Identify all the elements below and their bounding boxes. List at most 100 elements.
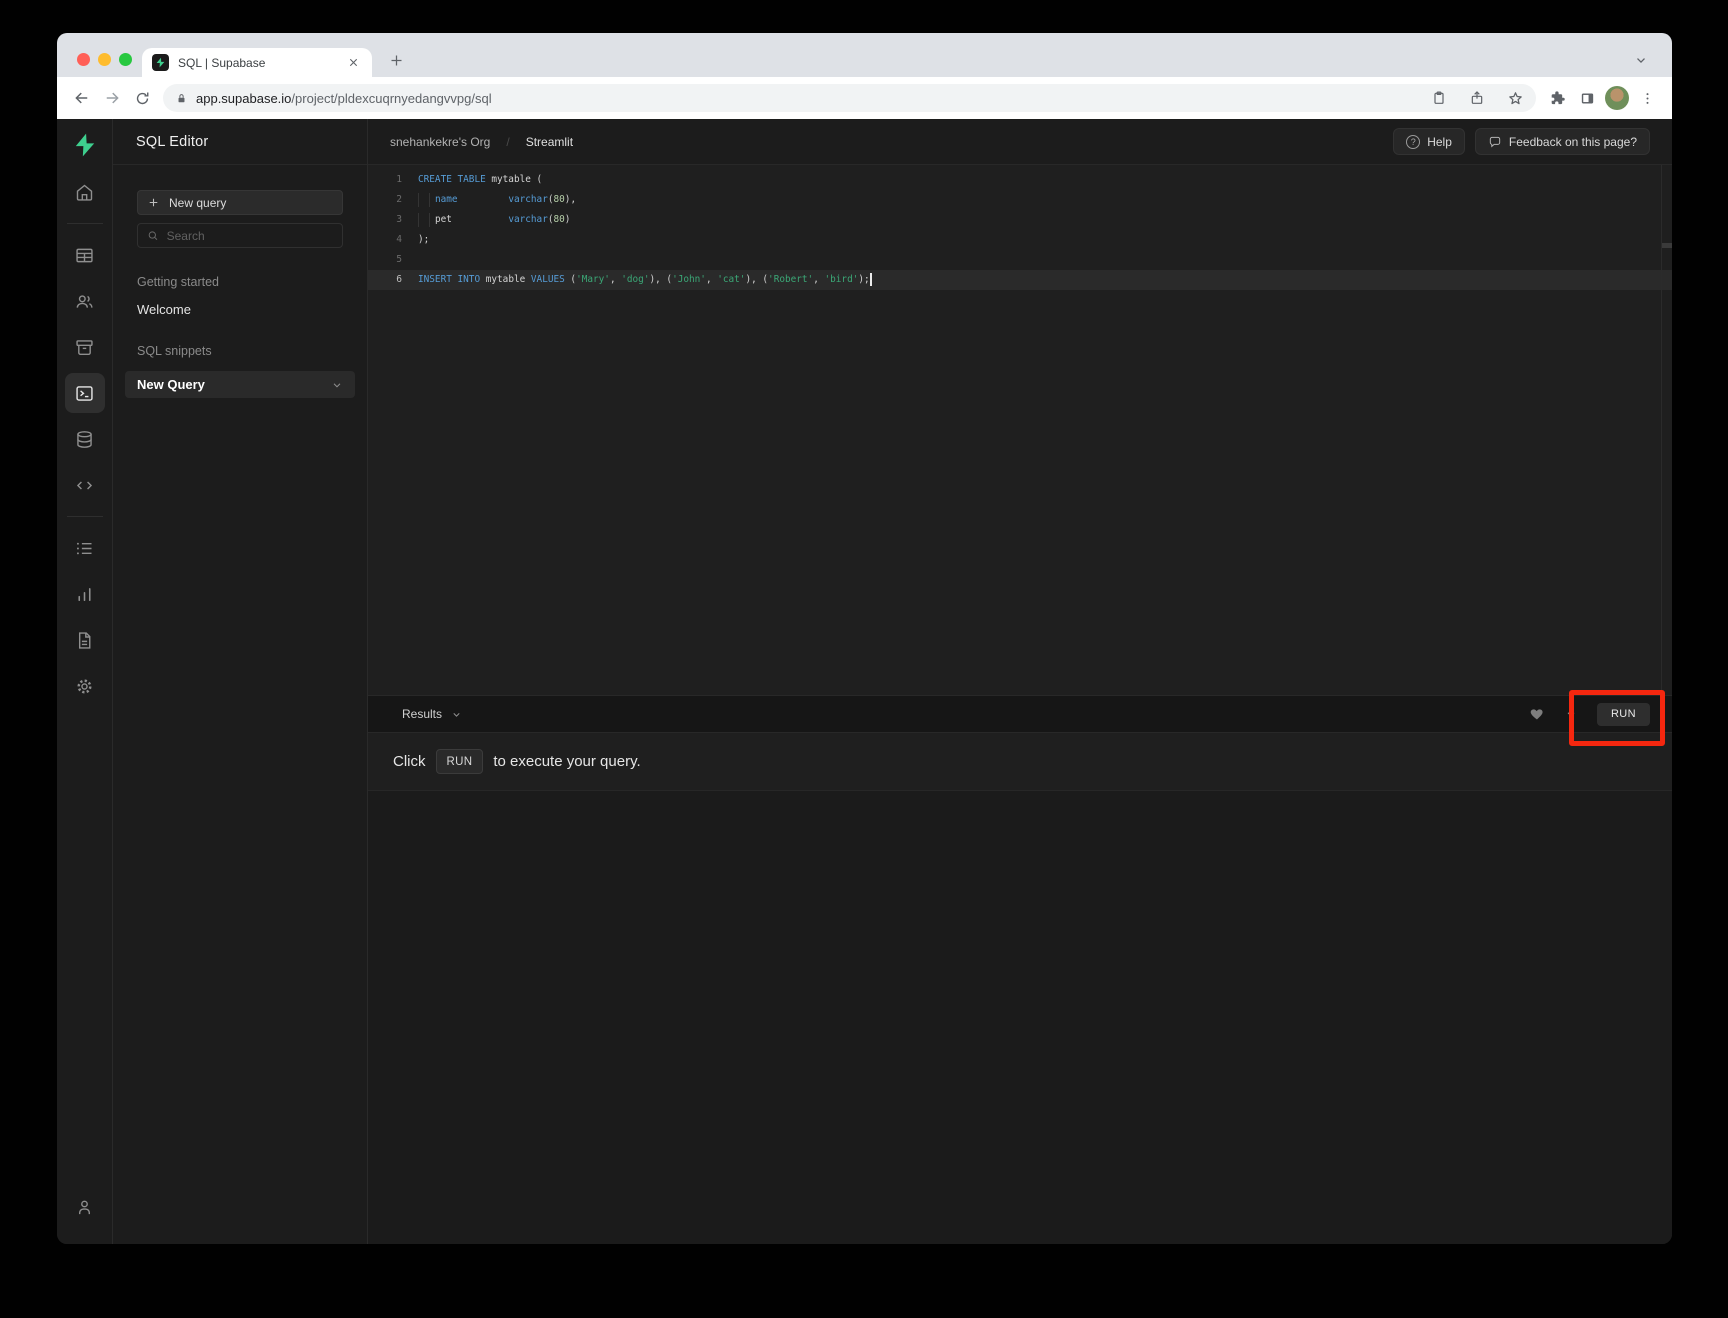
sql-code-editor[interactable]: 1CREATE TABLE mytable (2 name varchar(80…	[368, 165, 1672, 695]
tab-title: SQL | Supabase	[178, 56, 335, 70]
reload-button[interactable]	[127, 83, 157, 113]
line-code: );	[402, 230, 429, 250]
code-line-6[interactable]: 6INSERT INTO mytable VALUES ('Mary', 'do…	[368, 270, 1672, 290]
account-user-icon[interactable]	[65, 1187, 105, 1227]
feedback-label: Feedback on this page?	[1509, 135, 1637, 149]
line-number: 1	[368, 170, 402, 190]
share-icon[interactable]	[1462, 83, 1492, 113]
clipboard-icon[interactable]	[1424, 83, 1454, 113]
browser-tab[interactable]: SQL | Supabase	[142, 48, 372, 77]
lock-icon	[175, 92, 188, 105]
browser-tab-strip: SQL | Supabase	[57, 33, 1672, 77]
tab-list-chevron-icon[interactable]	[1630, 49, 1652, 71]
forward-button[interactable]	[97, 83, 127, 113]
sidebar-item-welcome[interactable]: Welcome	[137, 302, 343, 317]
results-empty-area	[368, 791, 1672, 1244]
screen-background: SQL | Supabase	[0, 0, 1728, 1318]
side-panel-icon[interactable]	[1572, 83, 1602, 113]
results-toolbar: Results RUN	[368, 695, 1672, 733]
getting-started-header: Getting started	[137, 275, 343, 289]
search-field[interactable]	[167, 229, 333, 243]
new-query-button[interactable]: New query	[137, 190, 343, 215]
minimize-window-button[interactable]	[98, 53, 111, 66]
sql-editor-icon[interactable]	[65, 373, 105, 413]
breadcrumb-project[interactable]: Streamlit	[526, 135, 573, 149]
panel-title: SQL Editor	[113, 119, 367, 165]
browser-window: SQL | Supabase	[57, 33, 1672, 1244]
settings-gear-icon[interactable]	[65, 666, 105, 706]
search-input[interactable]	[137, 223, 343, 248]
browser-menu-kebab-icon[interactable]	[1632, 83, 1662, 113]
hint-prefix: Click	[393, 753, 426, 770]
results-hint: Click RUN to execute your query.	[368, 733, 1672, 791]
avatar-image	[1605, 86, 1629, 110]
extensions-puzzle-icon[interactable]	[1542, 83, 1572, 113]
line-number: 6	[368, 270, 402, 290]
window-controls	[57, 53, 132, 66]
hint-suffix: to execute your query.	[493, 753, 640, 770]
authentication-users-icon[interactable]	[65, 281, 105, 321]
line-code: pet varchar(80)	[402, 210, 570, 230]
code-lines: 1CREATE TABLE mytable (2 name varchar(80…	[368, 170, 1672, 290]
zoom-window-button[interactable]	[119, 53, 132, 66]
profile-avatar[interactable]	[1602, 83, 1632, 113]
code-line-5[interactable]: 5	[368, 250, 1672, 270]
browser-toolbar: app.supabase.io/project/pldexcuqrnyedang…	[57, 77, 1672, 119]
url-text: app.supabase.io/project/pldexcuqrnyedang…	[196, 91, 492, 106]
run-button[interactable]: RUN	[1597, 703, 1650, 726]
snippet-label: New Query	[137, 377, 205, 392]
supabase-logo-icon[interactable]	[69, 129, 101, 161]
code-line-4[interactable]: 4);	[368, 230, 1672, 250]
line-code: INSERT INTO mytable VALUES ('Mary', 'dog…	[402, 270, 872, 290]
rail-divider	[67, 516, 103, 517]
breadcrumb-org[interactable]: snehankekre's Org	[390, 135, 490, 149]
line-code: name varchar(80),	[402, 190, 576, 210]
storage-icon[interactable]	[65, 327, 105, 367]
results-label: Results	[402, 707, 442, 721]
logs-list-icon[interactable]	[65, 528, 105, 568]
rail-divider	[67, 223, 103, 224]
text-cursor	[870, 273, 872, 286]
reports-chart-icon[interactable]	[65, 574, 105, 614]
run-options-chevron-icon[interactable]	[1565, 708, 1577, 720]
main-area: snehankekre's Org / Streamlit ? Help Fee…	[368, 119, 1672, 1244]
address-bar[interactable]: app.supabase.io/project/pldexcuqrnyedang…	[163, 84, 1536, 112]
line-code: CREATE TABLE mytable (	[402, 170, 542, 190]
home-icon[interactable]	[65, 172, 105, 212]
line-number: 5	[368, 250, 402, 270]
main-header: snehankekre's Org / Streamlit ? Help Fee…	[368, 119, 1672, 165]
close-window-button[interactable]	[77, 53, 90, 66]
bookmark-star-icon[interactable]	[1500, 83, 1530, 113]
editor-scrollbar-thumb[interactable]	[1662, 243, 1672, 248]
new-tab-button[interactable]	[382, 46, 410, 74]
line-number: 4	[368, 230, 402, 250]
question-circle-icon: ?	[1406, 135, 1420, 149]
database-icon[interactable]	[65, 419, 105, 459]
speech-bubble-icon	[1488, 135, 1502, 149]
table-editor-icon[interactable]	[65, 235, 105, 275]
back-button[interactable]	[67, 83, 97, 113]
chevron-down-icon	[451, 709, 462, 720]
sql-snippets-header: SQL snippets	[137, 344, 343, 358]
plus-icon	[147, 196, 160, 209]
search-icon	[147, 229, 159, 242]
help-label: Help	[1427, 135, 1452, 149]
sql-editor-sidebar: SQL Editor New query Getting started Wel…	[113, 119, 368, 1244]
tab-close-icon[interactable]	[344, 54, 362, 72]
line-number: 2	[368, 190, 402, 210]
line-number: 3	[368, 210, 402, 230]
docs-file-icon[interactable]	[65, 620, 105, 660]
code-line-3[interactable]: 3 pet varchar(80)	[368, 210, 1672, 230]
help-button[interactable]: ? Help	[1393, 128, 1465, 155]
sidebar-item-new-query[interactable]: New Query	[125, 371, 355, 398]
api-code-icon[interactable]	[65, 465, 105, 505]
results-dropdown[interactable]: Results	[402, 707, 462, 721]
line-code	[402, 250, 418, 270]
favorite-heart-icon[interactable]	[1529, 706, 1545, 722]
code-line-1[interactable]: 1CREATE TABLE mytable (	[368, 170, 1672, 190]
feedback-button[interactable]: Feedback on this page?	[1475, 128, 1650, 155]
chevron-down-icon[interactable]	[331, 379, 343, 391]
code-line-2[interactable]: 2 name varchar(80),	[368, 190, 1672, 210]
new-query-label: New query	[169, 196, 226, 210]
run-key-badge: RUN	[436, 749, 484, 774]
